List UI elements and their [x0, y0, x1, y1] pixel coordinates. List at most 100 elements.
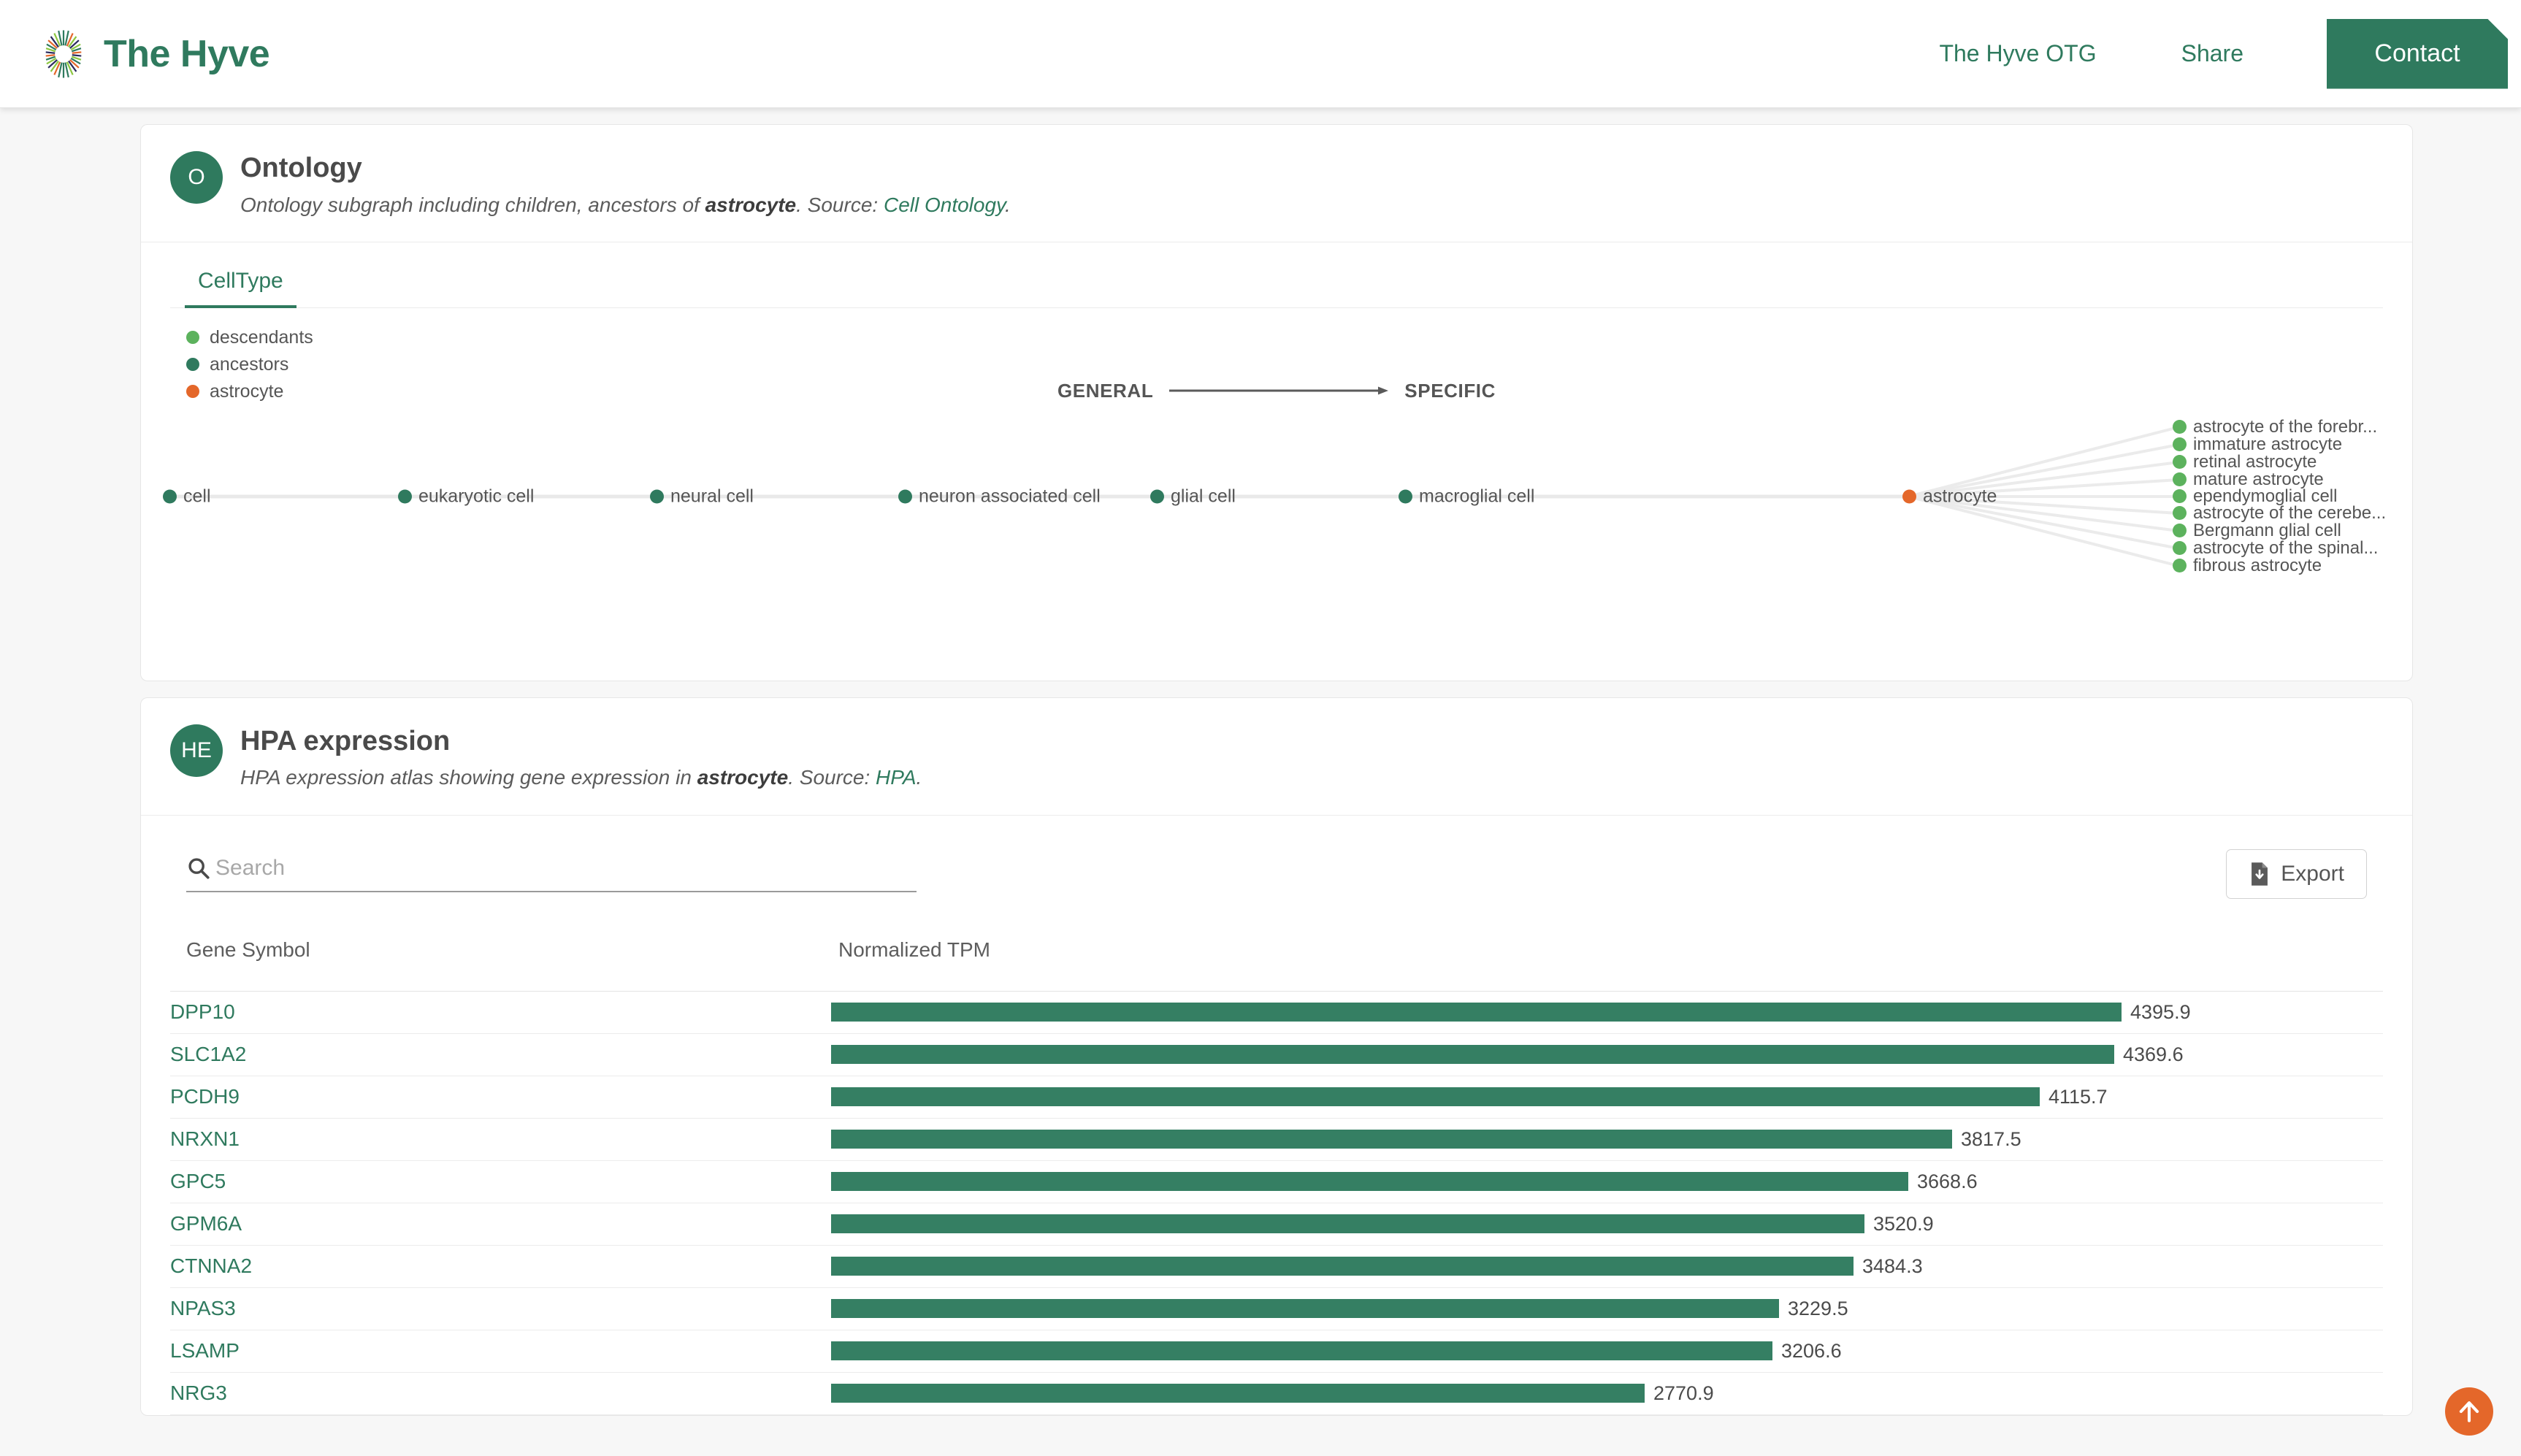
hpa-subtitle-post: .	[916, 766, 922, 789]
gene-link[interactable]: GPC5	[170, 1170, 226, 1192]
ontology-title: Ontology	[240, 153, 362, 183]
tpm-bar	[831, 1341, 1772, 1361]
gene-link[interactable]: PCDH9	[170, 1085, 240, 1108]
tpm-value: 3817.5	[1961, 1127, 2021, 1150]
main-nav: The Hyve OTG Share Contact	[1897, 19, 2521, 89]
node-label: eukaryotic cell	[418, 486, 535, 507]
table-row[interactable]: PCDH9 4115.7	[170, 1076, 2383, 1119]
node-dot-icon	[1902, 489, 1916, 504]
node-dot-icon	[2173, 506, 2187, 521]
export-button-label: Export	[2281, 861, 2344, 886]
column-header-gene-symbol[interactable]: Gene Symbol	[170, 938, 831, 992]
gene-link[interactable]: NRG3	[170, 1382, 227, 1404]
node-dot-icon	[1150, 489, 1164, 504]
tpm-value: 2770.9	[1653, 1382, 1714, 1404]
ontology-node-cell[interactable]: cell	[163, 486, 211, 507]
gene-link[interactable]: GPM6A	[170, 1212, 242, 1235]
gene-link[interactable]: CTNNA2	[170, 1254, 252, 1277]
contact-button[interactable]: Contact	[2327, 19, 2508, 89]
brand[interactable]: The Hyve	[37, 27, 270, 81]
gene-symbol-cell: NRXN1	[170, 1118, 831, 1161]
hyve-starburst-logo-icon	[37, 27, 91, 81]
gene-symbol-cell: LSAMP	[170, 1330, 831, 1373]
node-label: fibrous astrocyte	[2193, 555, 2322, 575]
tpm-bar	[831, 1172, 1908, 1192]
gene-symbol-cell: DPP10	[170, 991, 831, 1034]
hpa-card-header: HE HPA expression HPA expression atlas s…	[141, 698, 2412, 816]
tpm-cell: 4369.6	[831, 1033, 2383, 1076]
tpm-value: 3668.6	[1917, 1170, 1978, 1192]
ontology-node-macroglial-cell[interactable]: macroglial cell	[1399, 486, 1534, 507]
tpm-cell: 2770.9	[831, 1372, 2383, 1415]
ontology-node-astrocyte-focus[interactable]: astrocyte	[1902, 486, 1997, 507]
arrow-up-icon	[2459, 1401, 2479, 1422]
nav-link-share[interactable]: Share	[2139, 40, 2286, 67]
gene-symbol-cell: SLC1A2	[170, 1033, 831, 1076]
gene-link[interactable]: NPAS3	[170, 1297, 236, 1319]
legend-item-ancestors: ancestors	[186, 354, 2383, 375]
node-dot-icon	[2173, 455, 2187, 470]
table-row[interactable]: GPM6A 3520.9	[170, 1203, 2383, 1246]
tpm-bar	[831, 1130, 1952, 1149]
ontology-node-eukaryotic-cell[interactable]: eukaryotic cell	[398, 486, 534, 507]
gene-link[interactable]: NRXN1	[170, 1127, 240, 1150]
legend-label-astrocyte: astrocyte	[210, 380, 284, 402]
ontology-node-neural-cell[interactable]: neural cell	[650, 486, 754, 507]
table-row[interactable]: SLC1A2 4369.6	[170, 1033, 2383, 1076]
tpm-cell: 3206.6	[831, 1330, 2383, 1373]
tpm-cell: 3520.9	[831, 1203, 2383, 1246]
node-label: neuron associated cell	[919, 486, 1101, 507]
table-row[interactable]: NRG3 2770.9	[170, 1372, 2383, 1415]
table-body: DPP10 4395.9 SLC1A2 4369.6 PCDH9 4115.7 …	[170, 991, 2383, 1415]
node-label: neural cell	[670, 486, 754, 507]
node-label: glial cell	[1171, 486, 1236, 507]
hpa-title: HPA expression	[240, 725, 451, 756]
table-row[interactable]: CTNNA2 3484.3	[170, 1245, 2383, 1288]
node-dot-icon	[2173, 472, 2187, 487]
ontology-node-neuron-associated-cell[interactable]: neuron associated cell	[898, 486, 1101, 507]
nav-link-the-hyve-otg[interactable]: The Hyve OTG	[1897, 40, 2138, 67]
scroll-to-top-button[interactable]	[2445, 1387, 2493, 1436]
hpa-source-link[interactable]: HPA	[876, 766, 917, 789]
legend-item-descendants: descendants	[186, 327, 2383, 348]
search-input[interactable]	[215, 855, 917, 881]
export-button[interactable]: Export	[2226, 848, 2367, 899]
tpm-cell: 3484.3	[831, 1245, 2383, 1288]
table-row[interactable]: DPP10 4395.9	[170, 991, 2383, 1034]
ontology-node-descendant[interactable]: fibrous astrocyte	[2173, 556, 2322, 576]
general-specific-axis: GENERAL SPECIFIC	[1057, 380, 1496, 402]
tab-celltype[interactable]: CellType	[185, 263, 297, 308]
ontology-card-header: O Ontology Ontology subgraph including c…	[141, 125, 2412, 242]
search-field[interactable]	[186, 855, 917, 892]
ontology-subtitle-pre: Ontology subgraph including children, an…	[240, 193, 705, 216]
gene-link[interactable]: LSAMP	[170, 1339, 240, 1362]
table-row[interactable]: NPAS3 3229.5	[170, 1287, 2383, 1330]
tpm-bar	[831, 1257, 1854, 1276]
hpa-subtitle: HPA expression atlas showing gene expres…	[240, 765, 922, 791]
gene-link[interactable]: SLC1A2	[170, 1043, 246, 1065]
node-dot-icon	[2173, 524, 2187, 538]
table-row[interactable]: NRXN1 3817.5	[170, 1118, 2383, 1161]
table-row[interactable]: GPC5 3668.6	[170, 1160, 2383, 1203]
gene-link[interactable]: DPP10	[170, 1000, 235, 1023]
node-dot-icon	[163, 489, 177, 504]
gene-symbol-cell: PCDH9	[170, 1076, 831, 1119]
hpa-subtitle-term: astrocyte	[697, 766, 789, 789]
tpm-value: 4115.7	[2048, 1085, 2108, 1108]
tpm-cell: 3229.5	[831, 1287, 2383, 1330]
tpm-value: 3484.3	[1862, 1254, 1923, 1277]
legend-dot-astrocyte	[186, 385, 199, 399]
ontology-subtitle-mid: . Source:	[796, 193, 884, 216]
search-icon	[188, 858, 210, 879]
column-header-normalized-tpm[interactable]: Normalized TPM	[831, 938, 2383, 992]
cell-ontology-source-link[interactable]: Cell Ontology	[884, 194, 1005, 216]
gene-symbol-cell: NPAS3	[170, 1287, 831, 1330]
file-download-icon	[2252, 862, 2268, 886]
gene-symbol-cell: CTNNA2	[170, 1245, 831, 1288]
node-dot-icon	[898, 489, 912, 504]
legend-label-ancestors: ancestors	[210, 353, 289, 375]
ontology-node-glial-cell[interactable]: glial cell	[1150, 486, 1236, 507]
table-row[interactable]: LSAMP 3206.6	[170, 1330, 2383, 1373]
axis-arrow-icon	[1169, 386, 1389, 395]
node-dot-icon	[1399, 489, 1412, 504]
